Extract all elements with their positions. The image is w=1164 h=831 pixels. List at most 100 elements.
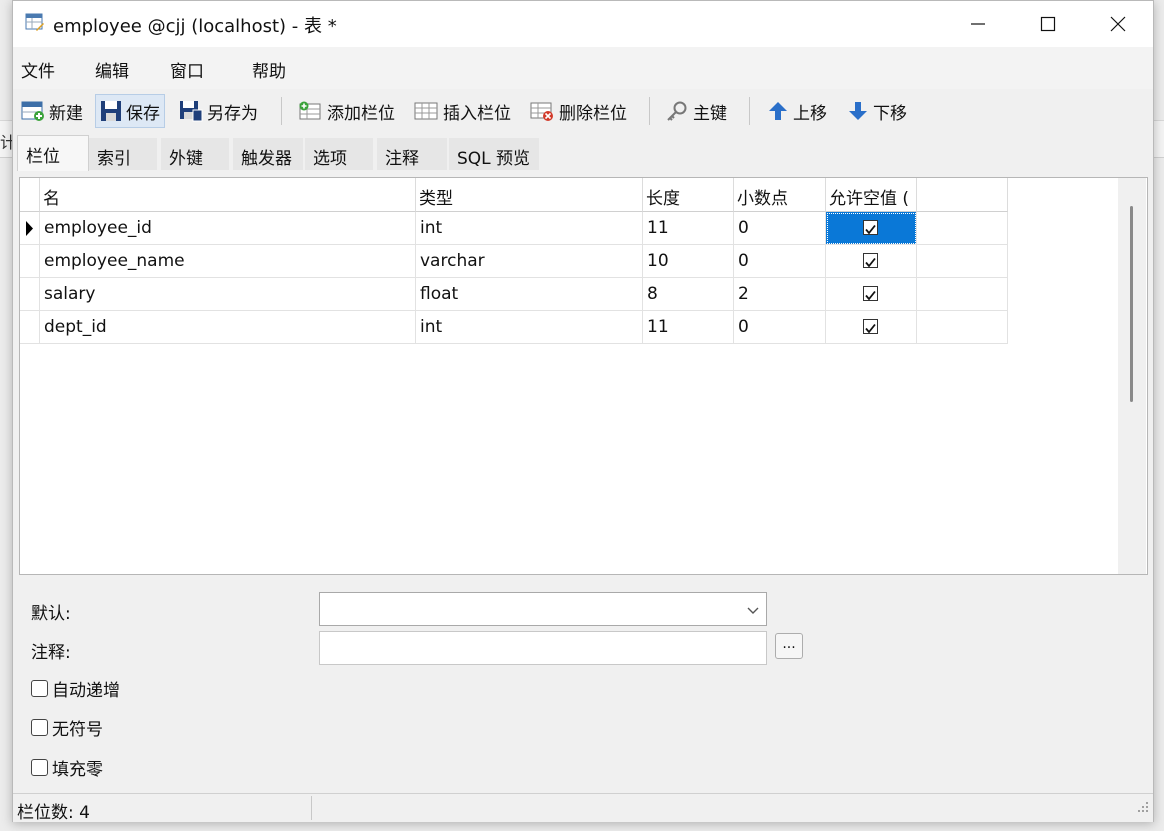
tab-options[interactable]: 选项 (305, 138, 373, 170)
minimize-icon (971, 23, 985, 25)
cell-length[interactable]: 8 (643, 278, 734, 311)
cell-type[interactable]: int (416, 311, 643, 344)
delete-field-label: 删除栏位 (559, 103, 627, 124)
menu-edit[interactable]: 编辑 (95, 57, 129, 82)
minimize-button[interactable] (943, 1, 1013, 47)
nullable-checkbox[interactable] (863, 286, 878, 301)
cell-decimals[interactable]: 0 (734, 245, 826, 278)
maximize-button[interactable] (1013, 1, 1083, 47)
auto-increment-label: 自动递增 (52, 681, 120, 701)
primary-key-button[interactable]: 主键 (661, 94, 731, 128)
resize-grip-icon[interactable] (1137, 798, 1149, 818)
cell-length[interactable]: 11 (643, 311, 734, 344)
zerofill-checkbox[interactable]: 填充零 (31, 755, 103, 780)
comment-label: 注释: (31, 643, 71, 663)
tab-indexes[interactable]: 索引 (89, 138, 157, 170)
current-row-arrow-icon (26, 221, 33, 236)
table-row[interactable]: salary float 8 2 (20, 278, 1008, 311)
checkbox-box[interactable] (31, 719, 48, 736)
row-indicator[interactable] (20, 278, 40, 311)
column-header-length[interactable]: 长度 (643, 178, 734, 212)
tab-triggers[interactable]: 触发器 (233, 138, 303, 170)
cell-type[interactable]: varchar (416, 245, 643, 278)
cell-extra (917, 212, 1008, 245)
nullable-checkbox[interactable] (863, 253, 878, 268)
move-up-button[interactable]: 上移 (763, 94, 831, 128)
cell-name[interactable]: employee_name (40, 245, 416, 278)
zerofill-label: 填充零 (52, 760, 103, 780)
save-button[interactable]: 保存 (95, 94, 165, 128)
insert-field-button[interactable]: 插入栏位 (409, 94, 515, 128)
cell-name[interactable]: employee_id (40, 212, 416, 245)
column-header-type[interactable]: 类型 (416, 178, 643, 212)
tab-fields[interactable]: 栏位 (17, 135, 89, 171)
nullable-checkbox[interactable] (863, 319, 878, 334)
comment-input[interactable] (319, 631, 767, 665)
comment-ellipsis-button[interactable]: ... (775, 633, 803, 659)
row-indicator[interactable] (20, 212, 40, 245)
checkmark-icon (865, 224, 876, 235)
menu-window[interactable]: 窗口 (170, 57, 204, 82)
table-row[interactable]: dept_id int 11 0 (20, 311, 1008, 344)
insert-field-label: 插入栏位 (443, 103, 511, 124)
nullable-checkbox[interactable] (863, 220, 878, 235)
column-header-decimals[interactable]: 小数点 (734, 178, 826, 212)
unsigned-checkbox[interactable]: 无符号 (31, 715, 103, 740)
new-button[interactable]: 新建 (17, 94, 87, 128)
default-value-combobox[interactable] (319, 592, 767, 626)
cell-type[interactable]: float (416, 278, 643, 311)
add-field-icon (299, 101, 321, 120)
cell-decimals[interactable]: 2 (734, 278, 826, 311)
row-indicator[interactable] (20, 311, 40, 344)
checkbox-box[interactable] (31, 759, 48, 776)
tab-comment[interactable]: 注释 (377, 138, 447, 170)
menu-file[interactable]: 文件 (21, 57, 55, 82)
cell-nullable[interactable] (826, 245, 917, 278)
cell-nullable[interactable] (826, 311, 917, 344)
cell-extra (917, 278, 1008, 311)
column-header-name[interactable]: 名 (40, 178, 416, 212)
arrow-up-icon (769, 102, 787, 120)
table-designer-window: employee @cjj (localhost) - 表 * 文件 编辑 窗口… (12, 0, 1154, 823)
window-title: employee @cjj (localhost) - 表 * (53, 16, 337, 37)
key-icon (667, 101, 687, 121)
chevron-down-icon (746, 602, 760, 622)
cell-decimals[interactable]: 0 (734, 311, 826, 344)
table-row[interactable]: employee_name varchar 10 0 (20, 245, 1008, 278)
cell-type[interactable]: int (416, 212, 643, 245)
column-header-extra (917, 178, 1008, 212)
toolbar-separator (281, 97, 282, 125)
add-field-button[interactable]: 添加栏位 (293, 94, 399, 128)
row-indicator[interactable] (20, 245, 40, 278)
status-divider (311, 796, 312, 820)
row-header-corner (20, 178, 40, 212)
checkmark-icon (865, 290, 876, 301)
checkmark-icon (865, 257, 876, 268)
cell-name[interactable]: salary (40, 278, 416, 311)
cell-nullable[interactable] (826, 212, 917, 245)
maximize-icon (1040, 16, 1056, 32)
save-as-icon (180, 101, 203, 122)
save-as-button[interactable]: 另存为 (175, 94, 262, 128)
new-table-icon (21, 101, 44, 121)
cell-length[interactable]: 11 (643, 212, 734, 245)
cell-nullable[interactable] (826, 278, 917, 311)
default-label: 默认: (31, 604, 71, 624)
cell-decimals[interactable]: 0 (734, 212, 826, 245)
auto-increment-checkbox[interactable]: 自动递增 (31, 676, 120, 701)
scrollbar-thumb[interactable] (1130, 206, 1133, 402)
new-label: 新建 (49, 103, 83, 124)
checkbox-box[interactable] (31, 680, 48, 697)
column-header-nullable[interactable]: 允许空值 ( (826, 178, 917, 212)
tab-sql-preview[interactable]: SQL 预览 (449, 138, 539, 170)
tab-foreign-keys[interactable]: 外键 (161, 138, 229, 170)
cell-length[interactable]: 10 (643, 245, 734, 278)
grid-vertical-scrollbar[interactable] (1118, 178, 1146, 574)
table-row[interactable]: employee_id int 11 0 (20, 212, 1008, 245)
delete-field-button[interactable]: 删除栏位 (525, 94, 631, 128)
field-properties-panel: 默认: 注释: ... 自动递增 无符号 填充零 (19, 574, 1146, 788)
move-down-button[interactable]: 下移 (843, 94, 911, 128)
menu-help[interactable]: 帮助 (252, 57, 286, 82)
close-button[interactable] (1083, 1, 1153, 47)
cell-name[interactable]: dept_id (40, 311, 416, 344)
